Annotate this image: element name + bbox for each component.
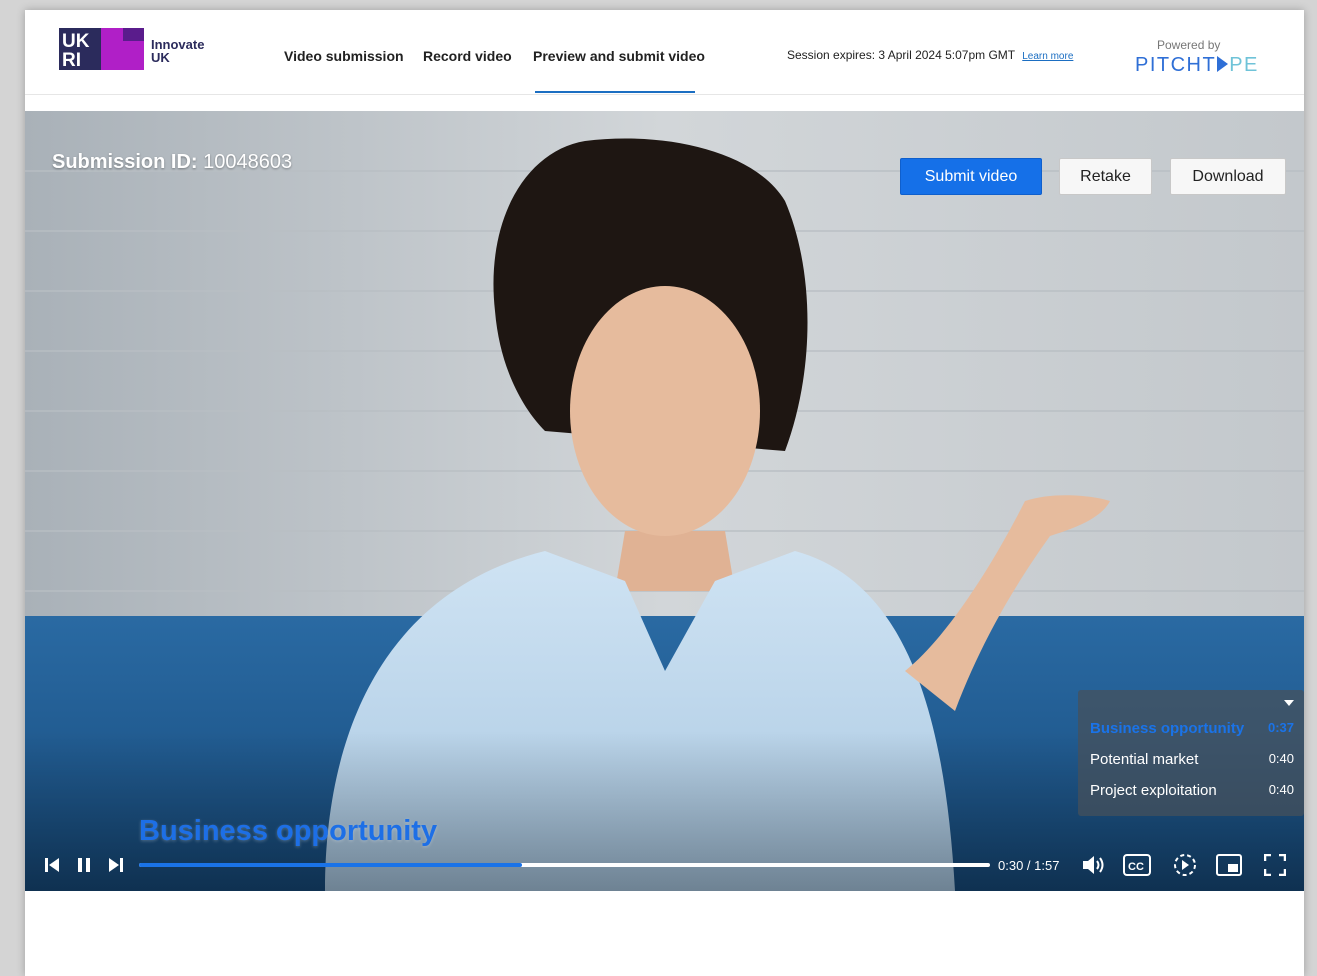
duration: 1:57: [1034, 858, 1060, 873]
collapse-chevron-icon[interactable]: [1284, 700, 1294, 706]
svg-text:CC: CC: [1128, 861, 1144, 873]
ukri-innovate-uk-logo[interactable]: UK RI Innovate UK: [59, 28, 209, 72]
pitchtape-logo[interactable]: PITCHT PE: [1135, 54, 1259, 77]
ukri-logo-icon: UK RI: [59, 28, 144, 70]
chapter-title: Project exploitation: [1090, 782, 1217, 799]
pitchtape-logo-text-a: PITCHT: [1135, 54, 1217, 76]
powered-by-label: Powered by: [1157, 38, 1221, 52]
chapter-time: 0:40: [1268, 751, 1294, 766]
closed-captions-icon[interactable]: CC: [1122, 851, 1152, 879]
nav-video-submission[interactable]: Video submission: [284, 48, 404, 64]
submit-video-button[interactable]: Submit video: [900, 158, 1042, 195]
submission-id-value: 10048603: [203, 151, 293, 173]
chapter-time: 0:40: [1268, 782, 1294, 797]
player-controls: 0:30 / 1:57 CC: [25, 851, 1304, 891]
progress-bar[interactable]: [139, 863, 990, 867]
active-nav-indicator: [535, 91, 695, 93]
page: UK RI Innovate UK Video submission Recor…: [25, 10, 1304, 976]
submission-id-label: Submission ID:: [52, 151, 198, 173]
chapters-menu: Business opportunity 0:37 Potential mark…: [1078, 690, 1304, 816]
session-expiry-text: Session expires: 3 April 2024 5:07pm GMT: [787, 48, 1015, 62]
svg-text:UK: UK: [62, 31, 90, 52]
chapter-item-project-exploitation[interactable]: Project exploitation 0:40: [1090, 782, 1294, 799]
pause-icon[interactable]: [74, 851, 94, 879]
time-display: 0:30 / 1:57: [998, 858, 1059, 873]
skip-back-icon[interactable]: [42, 851, 62, 879]
progress-bar-fill: [139, 863, 522, 867]
time-separator: /: [1023, 858, 1035, 873]
picture-in-picture-icon[interactable]: [1214, 851, 1244, 879]
playback-speed-icon[interactable]: [1170, 851, 1200, 879]
video-player[interactable]: Submission ID: 10048603 Submit video Ret…: [25, 111, 1304, 891]
play-triangle-icon: [1217, 56, 1229, 72]
chapter-title: Business opportunity: [1090, 720, 1245, 737]
chapter-title: Potential market: [1090, 751, 1199, 768]
logo-wordmark: Innovate UK: [151, 38, 204, 64]
nav-preview-and-submit-video[interactable]: Preview and submit video: [533, 48, 705, 64]
nav-record-video[interactable]: Record video: [423, 48, 512, 64]
current-time: 0:30: [998, 858, 1024, 873]
site-header: UK RI Innovate UK Video submission Recor…: [25, 10, 1304, 95]
submission-id: Submission ID: 10048603: [52, 151, 292, 174]
chapter-time: 0:37: [1267, 720, 1294, 735]
fullscreen-icon[interactable]: [1260, 851, 1290, 879]
chapter-item-potential-market[interactable]: Potential market 0:40: [1090, 751, 1294, 768]
current-chapter-title: Business opportunity: [139, 815, 438, 847]
skip-forward-icon[interactable]: [106, 851, 126, 879]
session-expiry: Session expires: 3 April 2024 5:07pm GMT…: [787, 48, 1073, 62]
learn-more-link[interactable]: Learn more: [1022, 51, 1073, 62]
pitchtape-logo-text-b: PE: [1229, 54, 1259, 76]
logo-line-2: UK: [151, 50, 170, 65]
retake-button[interactable]: Retake: [1059, 158, 1152, 195]
svg-text:RI: RI: [62, 50, 81, 70]
chapter-item-business-opportunity[interactable]: Business opportunity 0:37: [1090, 720, 1294, 737]
page-body-empty: [25, 891, 1304, 976]
volume-icon[interactable]: [1079, 851, 1109, 879]
download-button[interactable]: Download: [1170, 158, 1286, 195]
